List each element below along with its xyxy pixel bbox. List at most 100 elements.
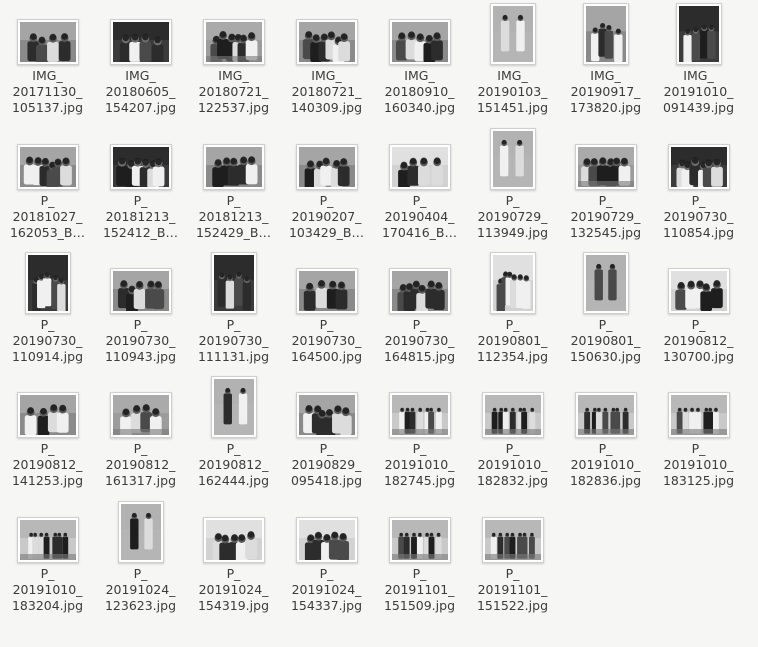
image-thumbnail[interactable] <box>295 392 358 438</box>
image-thumbnail[interactable] <box>388 517 451 563</box>
file-icon[interactable]: IMG_ 20171130_ 105137.jpg <box>1 1 94 121</box>
file-name-label: P_ 20190729_ 132545.jpg <box>559 193 652 241</box>
image-thumbnail[interactable] <box>24 252 71 314</box>
file-icon[interactable]: P_ 20190829_ 095418.jpg <box>280 374 373 494</box>
image-thumbnail[interactable] <box>202 144 265 190</box>
file-icon[interactable]: P_ 20190729_ 132545.jpg <box>559 126 652 246</box>
file-icon[interactable]: IMG_ 20180721_ 122537.jpg <box>187 1 280 121</box>
image-thumbnail[interactable] <box>295 144 358 190</box>
image-thumbnail[interactable] <box>109 144 172 190</box>
file-icon[interactable]: P_ 20191010_ 182745.jpg <box>373 374 466 494</box>
file-name-line: 122537.jpg <box>197 100 270 115</box>
file-icon[interactable]: IMG_ 20190103_ 151451.jpg <box>466 1 559 121</box>
file-name-label: P_ 20190812_ 141253.jpg <box>1 441 94 489</box>
file-icon[interactable]: IMG_ 20180721_ 140309.jpg <box>280 1 373 121</box>
file-icon[interactable]: IMG_ 20180605_ 154207.jpg <box>94 1 187 121</box>
file-icon[interactable]: P_ 20190730_ 110914.jpg <box>1 250 94 370</box>
image-thumbnail[interactable] <box>210 252 257 314</box>
image-thumbnail[interactable] <box>109 392 172 438</box>
file-icon[interactable]: IMG_ 20180910_ 160340.jpg <box>373 1 466 121</box>
image-thumbnail[interactable] <box>489 252 536 314</box>
image-thumbnail[interactable] <box>582 252 629 314</box>
file-name-line: 150630.jpg <box>569 349 642 364</box>
file-icon[interactable]: P_ 20190812_ 162444.jpg <box>187 374 280 494</box>
file-icon[interactable]: P_ 20191024_ 154319.jpg <box>187 499 280 619</box>
file-name-line: P_ <box>319 317 334 332</box>
image-thumbnail[interactable] <box>388 19 451 65</box>
image-thumbnail[interactable] <box>582 3 629 65</box>
file-icon[interactable]: P_ 20190812_ 141253.jpg <box>1 374 94 494</box>
file-icon[interactable]: P_ 20181213_ 152412_B… <box>94 126 187 246</box>
file-name-label: P_ 20191010_ 182832.jpg <box>466 441 559 489</box>
image-thumbnail[interactable] <box>667 392 730 438</box>
file-name-line: P_ <box>133 441 148 456</box>
file-icon[interactable]: P_ 20190730_ 110854.jpg <box>652 126 745 246</box>
photo-preview-icon <box>492 255 533 311</box>
image-thumbnail[interactable] <box>295 268 358 314</box>
file-icon[interactable]: P_ 20191010_ 182832.jpg <box>466 374 559 494</box>
image-thumbnail[interactable] <box>202 517 265 563</box>
image-thumbnail[interactable] <box>16 144 79 190</box>
file-icon[interactable]: P_ 20190404_ 170416_B… <box>373 126 466 246</box>
file-name-line: IMG_ <box>125 68 156 83</box>
photo-preview-icon <box>19 520 76 560</box>
file-name-line: IMG_ <box>497 68 528 83</box>
file-icon[interactable]: P_ 20191010_ 182836.jpg <box>559 374 652 494</box>
image-thumbnail[interactable] <box>667 144 730 190</box>
file-name-line: P_ <box>133 193 148 208</box>
file-name-line: 20191024_ <box>198 582 269 597</box>
image-thumbnail[interactable] <box>574 144 637 190</box>
file-icon[interactable]: P_ 20190812_ 161317.jpg <box>94 374 187 494</box>
file-icon[interactable]: P_ 20181213_ 152429_B… <box>187 126 280 246</box>
file-icon[interactable]: P_ 20191101_ 151522.jpg <box>466 499 559 619</box>
image-thumbnail[interactable] <box>210 376 257 438</box>
file-icon[interactable]: P_ 20191024_ 123623.jpg <box>94 499 187 619</box>
image-thumbnail[interactable] <box>574 392 637 438</box>
image-thumbnail[interactable] <box>388 392 451 438</box>
image-thumbnail[interactable] <box>117 501 164 563</box>
file-icon[interactable]: P_ 20190730_ 110943.jpg <box>94 250 187 370</box>
file-icon[interactable]: P_ 20181027_ 162053_B… <box>1 126 94 246</box>
image-thumbnail[interactable] <box>481 517 544 563</box>
image-thumbnail[interactable] <box>202 19 265 65</box>
file-name-line: 111131.jpg <box>197 349 270 364</box>
image-thumbnail[interactable] <box>675 3 722 65</box>
file-name-line: 20191024_ <box>291 582 362 597</box>
image-thumbnail[interactable] <box>489 3 536 65</box>
file-icon[interactable]: P_ 20190730_ 164500.jpg <box>280 250 373 370</box>
file-name-line: P_ <box>598 193 613 208</box>
image-thumbnail[interactable] <box>667 268 730 314</box>
image-thumbnail[interactable] <box>295 19 358 65</box>
image-thumbnail[interactable] <box>109 19 172 65</box>
image-thumbnail[interactable] <box>388 144 451 190</box>
image-thumbnail[interactable] <box>489 128 536 190</box>
photo-preview-icon <box>298 520 355 560</box>
file-icon[interactable]: P_ 20191024_ 154337.jpg <box>280 499 373 619</box>
image-thumbnail[interactable] <box>388 268 451 314</box>
file-icon[interactable]: IMG_ 20191010_ 091439.jpg <box>652 1 745 121</box>
photo-preview-icon <box>670 395 727 435</box>
file-name-label: P_ 20190730_ 164815.jpg <box>373 317 466 365</box>
image-thumbnail[interactable] <box>295 517 358 563</box>
file-name-line: 20190730_ <box>12 333 83 348</box>
image-thumbnail[interactable] <box>16 517 79 563</box>
file-icon[interactable]: P_ 20191101_ 151509.jpg <box>373 499 466 619</box>
file-name-label: P_ 20190730_ 110914.jpg <box>1 317 94 365</box>
file-icon[interactable]: P_ 20190801_ 150630.jpg <box>559 250 652 370</box>
file-icon[interactable]: P_ 20191010_ 183125.jpg <box>652 374 745 494</box>
file-icon[interactable]: P_ 20190812_ 130700.jpg <box>652 250 745 370</box>
image-thumbnail[interactable] <box>109 268 172 314</box>
file-name-line: IMG_ <box>683 68 714 83</box>
file-name-line: 20190801_ <box>570 333 641 348</box>
file-icon[interactable]: P_ 20190801_ 112354.jpg <box>466 250 559 370</box>
file-icon[interactable]: P_ 20190207_ 103429_B… <box>280 126 373 246</box>
file-icon[interactable]: P_ 20190730_ 111131.jpg <box>187 250 280 370</box>
image-thumbnail[interactable] <box>481 392 544 438</box>
file-icon[interactable]: P_ 20190730_ 164815.jpg <box>373 250 466 370</box>
file-icon[interactable]: P_ 20190729_ 113949.jpg <box>466 126 559 246</box>
image-thumbnail[interactable] <box>16 392 79 438</box>
image-thumbnail[interactable] <box>16 19 79 65</box>
file-icon[interactable]: IMG_ 20190917_ 173820.jpg <box>559 1 652 121</box>
file-name-line: 103429_B… <box>288 225 365 240</box>
file-icon[interactable]: P_ 20191010_ 183204.jpg <box>1 499 94 619</box>
